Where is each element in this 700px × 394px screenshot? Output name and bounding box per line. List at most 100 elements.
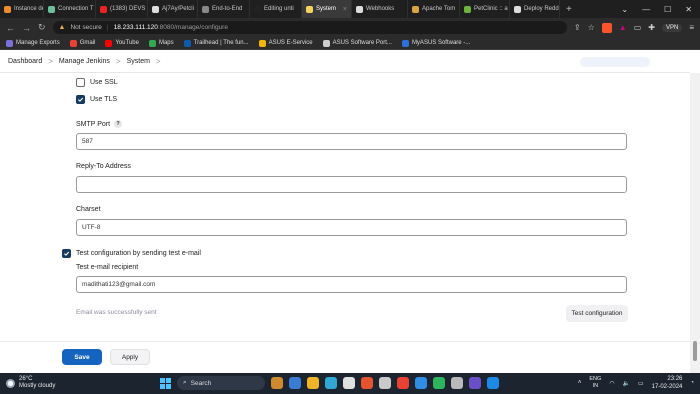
use-ssl-checkbox[interactable] xyxy=(76,78,85,87)
charset-input[interactable]: UTF-8 xyxy=(76,219,627,236)
notification-icon[interactable]: ◔ xyxy=(690,380,694,386)
browser-tab[interactable]: Deploy Redd xyxy=(510,0,560,18)
taskbar-app-icon[interactable] xyxy=(415,377,427,389)
volume-icon[interactable]: 🔈 xyxy=(623,380,630,387)
tab-label: System xyxy=(316,6,337,12)
close-tab-icon[interactable]: × xyxy=(343,6,347,13)
vpn-button[interactable]: VPN xyxy=(661,23,683,32)
tab-favicon-icon xyxy=(514,5,521,13)
extensions-icon[interactable]: ✚ xyxy=(648,23,655,32)
browser-tab[interactable]: (1383) DEVS xyxy=(96,0,148,18)
breadcrumb-dashboard[interactable]: Dashboard xyxy=(8,58,42,65)
browser-tab[interactable]: Editing unti xyxy=(250,0,302,18)
taskbar-search[interactable]: ⌕ Search xyxy=(177,376,265,390)
new-tab-button[interactable]: + xyxy=(560,4,578,15)
browser-tab[interactable]: PetClinic :: a xyxy=(460,0,510,18)
menu-icon[interactable]: ≡ xyxy=(689,23,694,32)
test-configuration-button[interactable]: Test configuration xyxy=(566,305,628,322)
close-window-icon[interactable]: ✕ xyxy=(685,5,692,14)
test-config-checkbox[interactable] xyxy=(62,249,71,258)
battery-icon[interactable]: ▭ xyxy=(638,380,644,387)
browser-tab[interactable]: Webhooks xyxy=(352,0,408,18)
tab-label: Aj7Ay/Petcli xyxy=(162,6,194,12)
security-label: Not secure xyxy=(70,24,102,31)
wifi-icon[interactable]: ◠ xyxy=(609,380,614,387)
taskbar-app-icon[interactable] xyxy=(433,377,445,389)
tab-search-icon[interactable]: ⌄ xyxy=(621,5,628,14)
brave-shield-icon[interactable] xyxy=(601,22,612,33)
scrollbar[interactable] xyxy=(690,73,700,373)
not-secure-icon: ▲ xyxy=(58,24,66,31)
taskbar-app-icon[interactable] xyxy=(271,377,283,389)
configure-form: Use SSL Use TLS SMTP Port ? 587 Reply-To… xyxy=(0,73,690,373)
taskbar-app-icon[interactable] xyxy=(451,377,463,389)
bookmark-item[interactable]: Manage Exports xyxy=(6,39,60,47)
address-bar[interactable]: ▲ Not secure | 18.233.111.120:8080/manag… xyxy=(52,21,567,34)
browser-tab[interactable]: Instance det xyxy=(0,0,44,18)
language-indicator[interactable]: ENG IN xyxy=(589,376,601,390)
use-tls-label: Use TLS xyxy=(90,96,118,103)
browser-tab[interactable]: Aj7Ay/Petcli xyxy=(148,0,198,18)
tab-label: PetClinic :: a xyxy=(474,6,508,12)
smtp-port-input[interactable]: 587 xyxy=(76,133,627,150)
taskbar-app-icon[interactable] xyxy=(487,377,499,389)
browser-tab[interactable]: System × xyxy=(302,0,352,18)
back-icon[interactable]: ← xyxy=(6,23,15,33)
browser-tab-strip: Instance det Connection T (1383) DEVS Aj7Ay… xyxy=(0,0,700,18)
breadcrumb-system[interactable]: System xyxy=(127,58,150,65)
clock[interactable]: 23:26 17-02-2024 xyxy=(652,375,683,391)
browser-tab[interactable]: End-to-End xyxy=(198,0,250,18)
reply-to-input[interactable] xyxy=(76,176,627,193)
browser-tab[interactable]: Connection T xyxy=(44,0,96,18)
taskbar-app-icon[interactable] xyxy=(289,377,301,389)
use-tls-checkbox[interactable] xyxy=(76,95,85,104)
bookmark-item[interactable]: ASUS E-Service xyxy=(258,39,313,47)
tab-favicon-icon xyxy=(306,5,313,13)
bookmark-star-icon[interactable]: ☆ xyxy=(588,23,595,32)
tab-label: Deploy Redd xyxy=(524,6,559,12)
scrollbar-thumb[interactable] xyxy=(693,341,697,361)
reload-icon[interactable]: ↻ xyxy=(38,22,46,33)
bookmark-favicon-icon xyxy=(183,39,191,47)
bookmark-favicon-icon xyxy=(69,39,77,47)
tab-favicon-icon xyxy=(4,5,11,13)
taskbar-app-icon[interactable] xyxy=(343,377,355,389)
recipient-input[interactable]: madithati123@gmail.com xyxy=(76,276,627,293)
taskbar-app-icon[interactable] xyxy=(469,377,481,389)
taskbar-app-icon[interactable] xyxy=(397,377,409,389)
sidebar-icon[interactable]: ▭ xyxy=(634,23,642,32)
bookmark-item[interactable]: Trailhead | The fun... xyxy=(183,39,249,47)
taskbar-app-icon[interactable] xyxy=(325,377,337,389)
weather-widget[interactable]: 26°C Mostly cloudy xyxy=(6,376,55,390)
rewards-icon[interactable]: ▲ xyxy=(619,23,627,32)
help-icon[interactable]: ? xyxy=(114,120,123,128)
save-button[interactable]: Save xyxy=(62,349,102,365)
show-hidden-icons-icon[interactable]: ˄ xyxy=(578,380,582,386)
bookmark-item[interactable]: MyASUS Software -... xyxy=(401,39,470,47)
bookmark-favicon-icon xyxy=(105,39,113,47)
breadcrumb-manage-jenkins[interactable]: Manage Jenkins xyxy=(59,58,110,65)
taskbar-app-icon[interactable] xyxy=(379,377,391,389)
share-icon[interactable]: ⇪ xyxy=(574,23,581,32)
start-icon[interactable] xyxy=(160,377,171,389)
bookmark-item[interactable]: ASUS Software Port... xyxy=(322,39,392,47)
taskbar-app-icon[interactable] xyxy=(307,377,319,389)
browser-tab[interactable]: Apache Tom xyxy=(408,0,460,18)
header-search-placeholder xyxy=(580,57,650,67)
tab-favicon-icon xyxy=(412,5,419,13)
minimize-icon[interactable]: — xyxy=(642,5,650,14)
apply-button[interactable]: Apply xyxy=(110,349,150,365)
tab-label: Apache Tom xyxy=(422,6,456,12)
taskbar: 26°C Mostly cloudy ⌕ Search ˄ ENG IN ◠ 🔈… xyxy=(0,373,700,394)
reply-to-label: Reply-To Address xyxy=(76,163,131,170)
bookmark-item[interactable]: YouTube xyxy=(105,39,139,47)
smtp-port-label: SMTP Port xyxy=(76,120,111,128)
taskbar-app-icon[interactable] xyxy=(361,377,373,389)
bookmark-item[interactable]: Maps xyxy=(148,39,174,47)
forward-icon[interactable]: → xyxy=(22,23,31,33)
bookmark-item[interactable]: Gmail xyxy=(69,39,95,47)
bookmark-favicon-icon xyxy=(148,39,156,47)
maximize-icon[interactable]: ☐ xyxy=(664,5,671,14)
breadcrumb: Dashboard > Manage Jenkins > System > xyxy=(0,51,690,73)
bookmark-label: Trailhead | The fun... xyxy=(193,40,249,46)
